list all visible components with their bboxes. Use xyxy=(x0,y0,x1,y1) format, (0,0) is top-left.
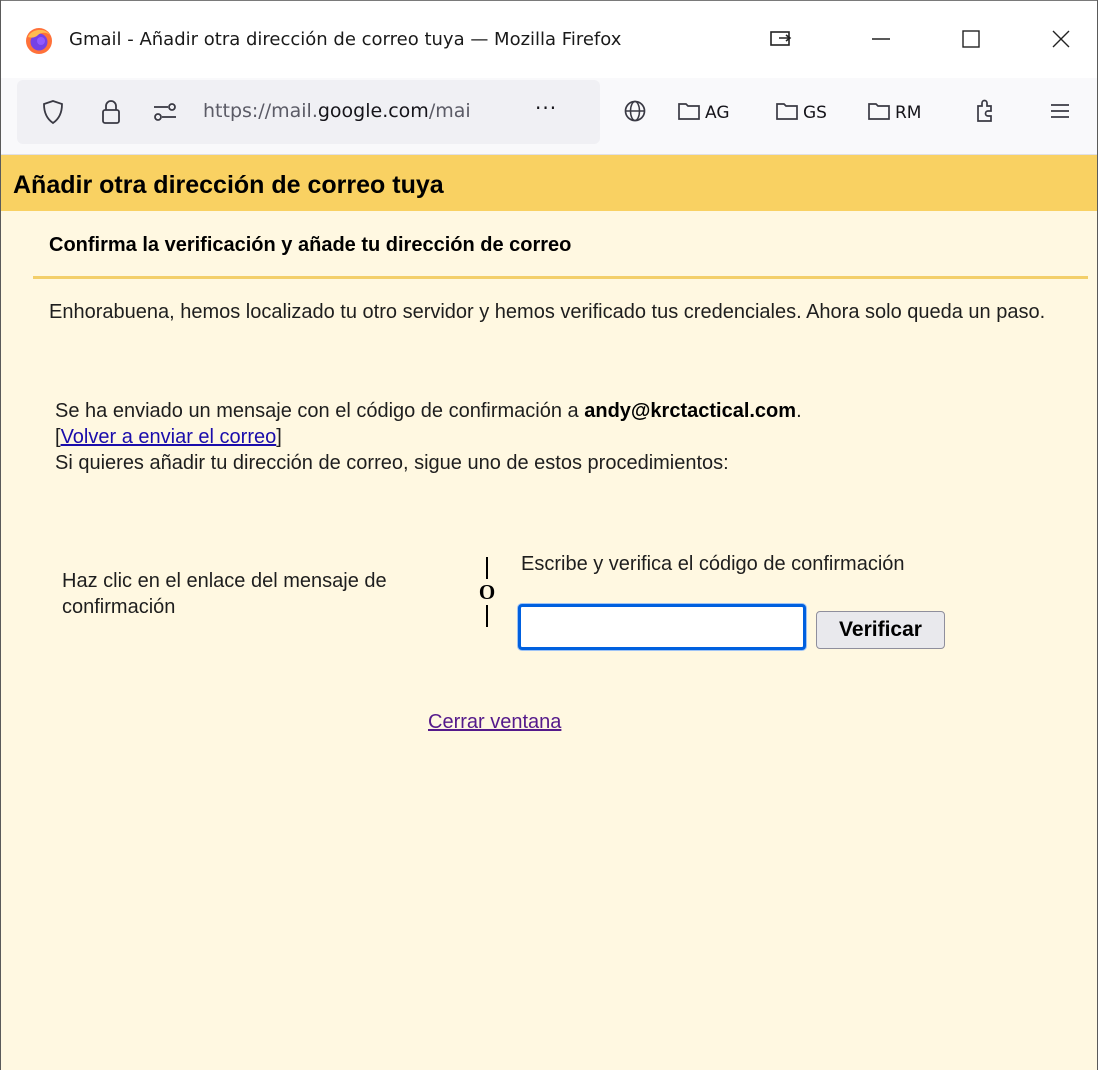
window-title: Gmail - Añadir otra dirección de correo … xyxy=(69,29,622,50)
hamburger-menu-icon xyxy=(1049,101,1075,126)
verify-button[interactable]: Verificar xyxy=(816,611,945,649)
app-menu-button[interactable] xyxy=(1049,98,1075,128)
bookmark-folder-ag[interactable]: AG xyxy=(677,98,730,128)
confirmation-info: Se ha enviado un mensaje con el código d… xyxy=(55,398,1075,476)
close-icon xyxy=(1051,29,1071,54)
url-bar[interactable]: https://mail.google.com/mai ··· xyxy=(17,80,600,144)
extensions-button[interactable] xyxy=(973,98,1001,128)
separator-bar-bottom xyxy=(486,605,488,627)
translate-button[interactable] xyxy=(623,98,651,128)
globe-icon xyxy=(623,99,651,128)
enter-code-method: Escribe y verifica el código de confirma… xyxy=(521,553,905,575)
separator-bar-top xyxy=(486,557,488,579)
page-actions-more-icon[interactable]: ··· xyxy=(535,96,557,120)
section-heading: Confirma la verificación y añade tu dire… xyxy=(49,234,572,256)
bracket-close: ] xyxy=(276,426,282,448)
page-header: Añadir otra dirección de correo tuya xyxy=(1,155,1097,211)
maximize-icon xyxy=(961,29,981,54)
confirmation-code-input[interactable] xyxy=(518,604,806,650)
minimize-icon xyxy=(871,29,891,54)
close-window-button[interactable] xyxy=(1041,21,1081,61)
lock-icon[interactable] xyxy=(95,96,127,128)
url-domain: google.com xyxy=(317,100,429,122)
tracking-protection-shield-icon[interactable] xyxy=(37,96,69,128)
folder-icon xyxy=(775,101,803,126)
page-title: Añadir otra dirección de correo tuya xyxy=(13,171,444,199)
url-suffix: /mai xyxy=(428,100,471,122)
success-message: Enhorabuena, hemos localizado tu otro se… xyxy=(49,301,1046,323)
picture-in-picture-button[interactable] xyxy=(761,21,801,61)
browser-window: Gmail - Añadir otra dirección de correo … xyxy=(0,0,1098,1070)
bookmark-folder-rm[interactable]: RM xyxy=(867,98,921,128)
navigation-toolbar: https://mail.google.com/mai ··· AG GS RM xyxy=(1,78,1097,155)
bookmark-label: GS xyxy=(803,103,827,123)
pip-icon xyxy=(770,30,792,53)
or-separator: O xyxy=(475,555,499,629)
folder-icon xyxy=(677,101,705,126)
url-text[interactable]: https://mail.google.com/mai xyxy=(203,100,543,122)
maximize-button[interactable] xyxy=(951,21,991,61)
click-link-method: Haz clic en el enlace del mensaje de con… xyxy=(62,570,387,618)
divider xyxy=(33,276,1088,279)
bookmark-label: RM xyxy=(895,103,922,123)
minimize-button[interactable] xyxy=(861,21,901,61)
email-address: andy@krctactical.com xyxy=(584,400,797,422)
or-label: O xyxy=(478,580,496,604)
resend-email-link[interactable]: Volver a enviar el correo xyxy=(61,426,277,448)
puzzle-icon xyxy=(973,98,1001,129)
title-bar: Gmail - Añadir otra dirección de correo … xyxy=(1,0,1097,78)
folder-icon xyxy=(867,101,895,126)
firefox-logo-icon xyxy=(25,27,53,55)
sent-text: Se ha enviado un mensaje con el código d… xyxy=(55,400,585,422)
bookmark-label: AG xyxy=(705,103,730,123)
sent-end: . xyxy=(796,400,802,422)
instructions-text: Si quieres añadir tu dirección de correo… xyxy=(55,452,729,474)
bookmark-folder-gs[interactable]: GS xyxy=(775,98,827,128)
close-window-link[interactable]: Cerrar ventana xyxy=(428,711,561,734)
permissions-icon[interactable] xyxy=(149,98,181,126)
page-content: Añadir otra dirección de correo tuya Con… xyxy=(1,155,1097,1070)
url-prefix: https://mail. xyxy=(203,100,318,122)
